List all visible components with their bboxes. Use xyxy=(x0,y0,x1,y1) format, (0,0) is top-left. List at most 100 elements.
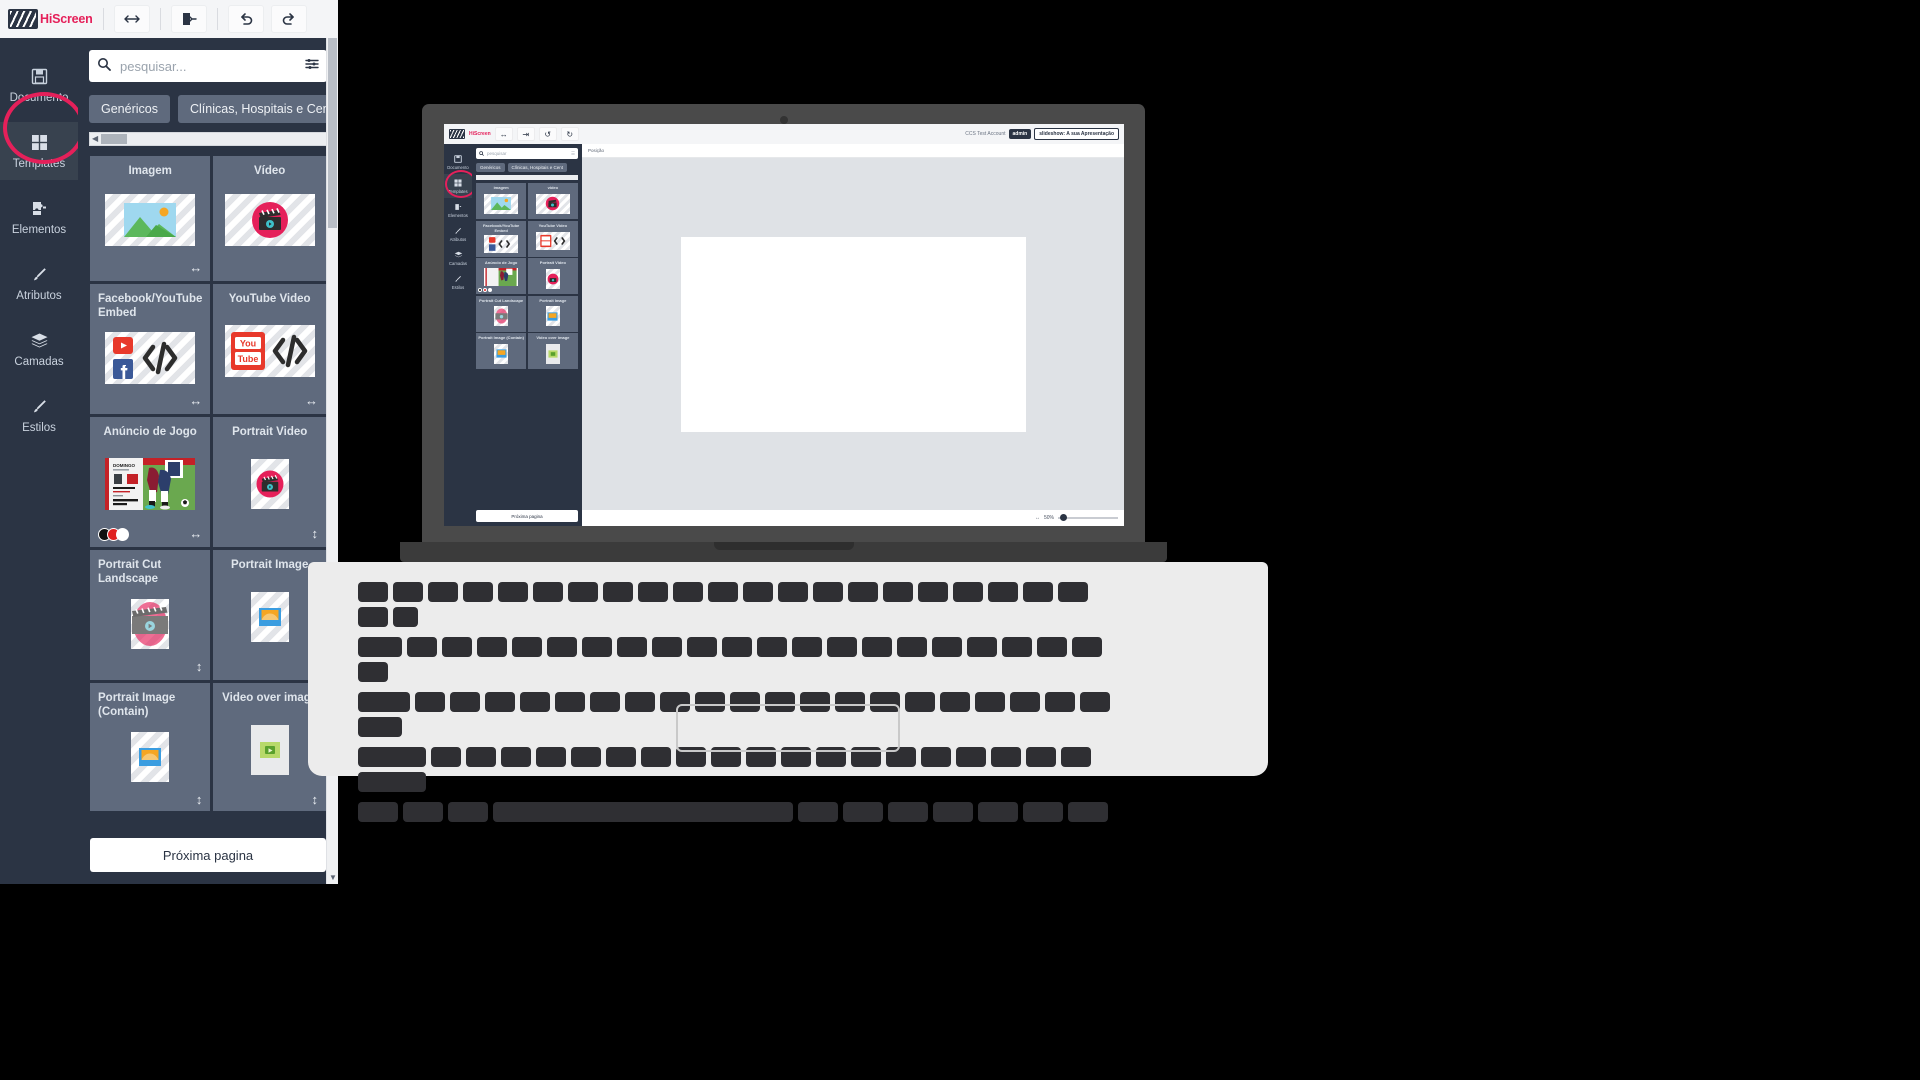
template-card[interactable]: Portrait Image xyxy=(527,295,578,332)
swatch-white[interactable] xyxy=(116,528,129,541)
template-card-portrait-image-contain[interactable]: Portrait Image (Contain) ↕ xyxy=(90,683,211,811)
keyboard-key xyxy=(450,692,480,712)
redo-icon[interactable] xyxy=(270,5,307,33)
keyboard-key xyxy=(590,692,620,712)
sidebar-item-label: Camadas xyxy=(449,260,467,266)
image-placeholder-icon xyxy=(484,193,519,214)
toolbar-divider xyxy=(102,8,104,30)
sidebar-item-atributos[interactable]: Atributos xyxy=(0,254,78,312)
next-page-button[interactable]: Próxima pagina xyxy=(476,510,578,522)
template-card[interactable]: imagem xyxy=(476,183,527,219)
zoom-control: ↔ 50% xyxy=(582,510,1124,526)
vertical-resize-icon: ↕ xyxy=(195,791,203,807)
template-card[interactable]: Portrait Cut Landscape xyxy=(476,295,527,332)
sidebar-item-elementos[interactable]: Elementos xyxy=(0,188,78,246)
keyboard-key xyxy=(687,637,717,657)
resize-horizontal-icon[interactable]: ↔ xyxy=(494,127,513,141)
chip-clinicas[interactable]: Clínicas, Hospitais e Cent xyxy=(507,163,568,172)
scrollbar-thumb[interactable] xyxy=(101,134,128,144)
preview-sidebar: Documento Templates Elementos Atributos xyxy=(444,144,472,526)
category-scrollbar[interactable] xyxy=(476,175,578,180)
exit-icon[interactable]: ⇥ xyxy=(516,127,535,141)
laptop-mockup: HiScreen ↔ ⇥ ↺ ↻ CCS Test Account admin … xyxy=(308,96,1268,822)
template-card[interactable]: video xyxy=(527,183,578,219)
horizontal-resize-icon: ↔ xyxy=(189,392,203,408)
puzzle-piece-icon xyxy=(455,203,462,210)
template-card-anuncio-de-jogo[interactable]: Anúncio de Jogo DOMINGO ↔ xyxy=(90,417,211,547)
slide-canvas[interactable] xyxy=(680,236,1026,432)
search-input[interactable]: pesquisar ☰ xyxy=(476,148,578,159)
zoom-fit-icon[interactable]: ↔ xyxy=(1035,515,1040,521)
role-badge[interactable]: admin xyxy=(1008,129,1032,139)
keyboard-key xyxy=(798,802,838,822)
sidebar-item-documento[interactable]: Documento xyxy=(0,56,78,114)
cut-clapper-icon xyxy=(131,598,170,649)
keyboard-key xyxy=(792,637,822,657)
keyboard-key xyxy=(568,582,598,602)
canvas-area xyxy=(582,158,1124,510)
template-card-portrait-cut-landscape[interactable]: Portrait Cut Landscape ↕ xyxy=(90,550,211,680)
redo-icon[interactable]: ↻ xyxy=(560,127,579,141)
template-card[interactable]: Video over image xyxy=(527,333,578,369)
keyboard-key xyxy=(708,582,738,602)
keyboard-key xyxy=(358,582,388,602)
sidebar-item-elementos[interactable]: Elementos xyxy=(444,198,472,222)
template-card[interactable]: Portrait Video xyxy=(527,258,578,294)
template-grid: imagem video Facebook/YouTube Embed YouT… xyxy=(476,183,578,369)
scroll-down-icon[interactable]: ▼ xyxy=(329,873,337,882)
keyboard-key xyxy=(883,582,913,602)
sidebar-item-templates[interactable]: Templates xyxy=(0,122,78,180)
sidebar-item-atributos[interactable]: Atributos xyxy=(444,222,472,246)
undo-icon[interactable] xyxy=(227,5,264,33)
undo-icon[interactable]: ↺ xyxy=(538,127,557,141)
card-thumb xyxy=(530,303,576,330)
template-card[interactable]: Portrait Image (Contain) xyxy=(476,333,527,369)
resize-horizontal-icon[interactable] xyxy=(113,5,150,33)
zoom-slider[interactable] xyxy=(1058,514,1118,521)
filter-sliders-icon[interactable]: ☰ xyxy=(571,151,575,157)
zoom-slider-knob[interactable] xyxy=(1060,514,1067,521)
card-thumb xyxy=(98,320,202,392)
card-thumb: DOMINGO xyxy=(98,439,202,525)
webcam-icon xyxy=(779,116,788,124)
card-title: Vídeo xyxy=(254,165,286,177)
keyboard-key xyxy=(638,582,668,602)
template-card[interactable]: Anúncio de Jogo xyxy=(476,258,527,294)
keyboard-key xyxy=(428,582,458,602)
preview-templates-panel: pesquisar ☰ Genéricos Clínicas, Hospitai… xyxy=(472,144,582,526)
svg-text:Tube: Tube xyxy=(237,354,258,364)
template-card[interactable]: YouTube Video xyxy=(527,220,578,257)
card-footer: ↕ xyxy=(221,525,319,541)
chip-genericos[interactable]: Genéricos xyxy=(476,163,505,172)
sidebar-item-camadas[interactable]: Camadas xyxy=(0,320,78,378)
search-input[interactable]: pesquisar... xyxy=(89,50,327,82)
keyboard-key xyxy=(1037,637,1067,657)
vertical-resize-icon: ↕ xyxy=(195,658,203,674)
keyboard-key xyxy=(358,747,426,767)
chip-genericos[interactable]: Genéricos xyxy=(89,95,170,123)
sidebar-item-estilos[interactable]: Estilos xyxy=(0,386,78,444)
exit-icon[interactable] xyxy=(170,5,207,33)
card-title: Portrait Video xyxy=(232,426,308,438)
keyboard-key xyxy=(358,717,402,737)
sidebar-item-camadas[interactable]: Camadas xyxy=(444,246,472,270)
template-card[interactable]: Facebook/YouTube Embed xyxy=(476,220,527,257)
keyboard-key xyxy=(862,637,892,657)
sidebar-item-estilos[interactable]: Estilos xyxy=(444,270,472,294)
brush-icon xyxy=(455,227,461,234)
color-swatches[interactable] xyxy=(98,528,129,541)
slideshow-badge[interactable]: slideshow: A sua Apresentação xyxy=(1034,128,1119,140)
category-scrollbar[interactable]: ◀ xyxy=(89,132,327,146)
scroll-left-icon[interactable]: ◀ xyxy=(92,135,98,143)
toolbar-divider-2 xyxy=(159,8,161,30)
template-card-facebook-youtube-embed[interactable]: Facebook/YouTube Embed ↔ xyxy=(90,284,211,414)
next-page-button[interactable]: Próxima pagina xyxy=(90,838,326,872)
template-card-imagem[interactable]: Imagem ↔ xyxy=(90,156,211,281)
screen-root: HiScreen Documento Templates Elementos A… xyxy=(0,0,1920,1080)
card-thumb xyxy=(478,190,524,217)
next-page-wrap: Próxima pagina xyxy=(90,838,326,872)
filter-sliders-icon[interactable] xyxy=(305,57,319,75)
svg-text:DOMINGO: DOMINGO xyxy=(113,463,135,468)
keyboard-key xyxy=(403,802,443,822)
app-toolbar: HiScreen xyxy=(0,0,338,38)
